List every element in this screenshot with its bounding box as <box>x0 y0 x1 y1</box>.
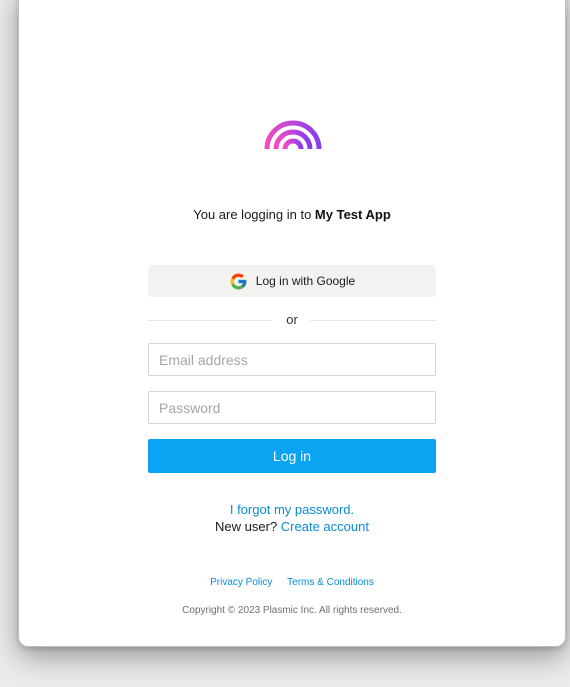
login-button[interactable]: Log in <box>148 439 436 473</box>
google-icon <box>230 273 247 289</box>
login-window: You are logging in to My Test App Log in… <box>18 0 566 647</box>
forgot-password-link[interactable]: I forgot my password. <box>19 502 565 517</box>
login-message-prefix: You are logging in to <box>193 207 312 222</box>
google-login-label: Log in with Google <box>255 274 356 288</box>
terms-link[interactable]: Terms & Conditions <box>287 577 374 588</box>
email-field[interactable] <box>148 343 436 376</box>
footer-links: Privacy Policy Terms & Conditions <box>19 577 565 588</box>
divider-line-right <box>310 320 436 321</box>
app-name: My Test App <box>314 207 391 222</box>
google-login-button[interactable]: Log in with Google <box>148 265 436 297</box>
password-field[interactable] <box>148 391 436 424</box>
privacy-policy-link[interactable]: Privacy Policy <box>210 577 272 588</box>
screen: You are logging in to My Test App Log in… <box>0 0 570 687</box>
create-account-link[interactable]: Create account <box>281 519 369 534</box>
login-message: You are logging in to My Test App <box>19 207 565 222</box>
rainbow-logo-icon <box>264 120 322 149</box>
new-user-line: New user? Create account <box>19 519 565 534</box>
new-user-prefix: New user? <box>215 519 278 534</box>
or-divider: or <box>148 312 436 328</box>
copyright-text: Copyright © 2023 Plasmic Inc. All rights… <box>182 605 402 616</box>
